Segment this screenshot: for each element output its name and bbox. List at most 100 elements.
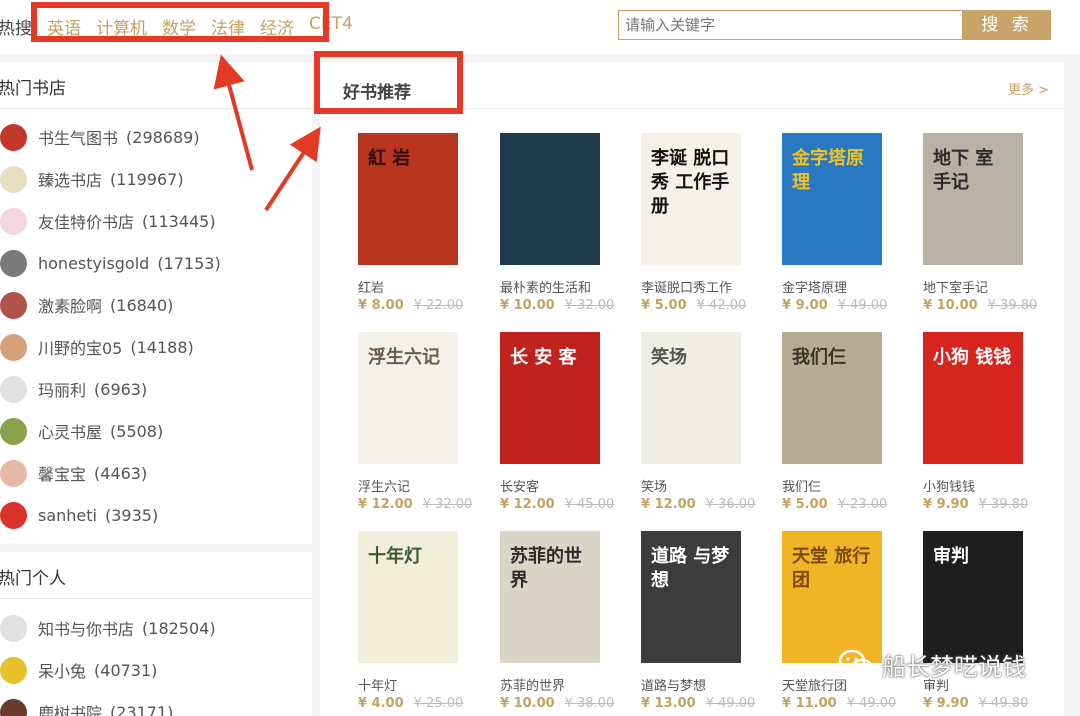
item-name[interactable]: 心灵书屋 — [38, 419, 102, 443]
cover-title-text: 紅 岩 — [368, 148, 411, 169]
book-original-price: ¥ 45.00 — [564, 497, 615, 512]
item-name[interactable]: sanheti — [38, 506, 97, 525]
book-cover[interactable]: 金字塔原理 — [782, 133, 882, 265]
book-cover[interactable]: 苏菲的世界 — [500, 531, 600, 663]
list-item[interactable]: 书生气图书 (298689) — [0, 116, 221, 158]
avatar — [0, 501, 27, 529]
book-card[interactable]: 李诞 脱口秀 工作手册 李诞脱口秀工作 ¥ 5.00 ¥ 42.00 — [641, 133, 751, 313]
book-cover[interactable]: 审判 — [923, 531, 1023, 663]
list-item[interactable]: 知书与你书店 (182504) — [0, 607, 216, 649]
price-row: ¥ 10.00 ¥ 38.00 — [500, 696, 614, 711]
list-item[interactable]: 呆小兔 (40731) — [0, 649, 216, 691]
search-button[interactable]: 搜 索 — [963, 10, 1051, 40]
item-name[interactable]: 呆小兔 — [38, 658, 86, 682]
book-price: ¥ 12.00 — [641, 497, 696, 512]
list-item[interactable]: 鹿树书院 (23171) — [0, 691, 216, 716]
price-row: ¥ 9.90 ¥ 49.80 — [923, 696, 1033, 711]
item-count: (40731) — [94, 660, 158, 680]
list-item[interactable]: 激素脸啊 (16840) — [0, 284, 221, 326]
book-card[interactable]: 苏菲的世界 苏菲的世界 ¥ 10.00 ¥ 38.00 — [500, 531, 614, 711]
cover-title-text: 地下 室 手记 — [933, 148, 994, 193]
avatar — [0, 375, 27, 403]
cover-title-text: 十年灯 — [368, 546, 422, 567]
more-link[interactable]: 更多 > — [1008, 79, 1049, 98]
book-price: ¥ 12.00 — [358, 497, 413, 512]
book-original-price: ¥ 32.00 — [564, 298, 615, 313]
book-cover[interactable]: 浮生六记 — [358, 332, 458, 464]
item-name[interactable]: honestyisgold — [38, 254, 149, 273]
book-title[interactable]: 苏菲的世界 — [500, 675, 610, 694]
item-count: (23171) — [110, 702, 174, 716]
item-name[interactable]: 友佳特价书店 — [38, 209, 134, 233]
item-name[interactable]: 鹿树书院 — [38, 700, 102, 716]
book-card[interactable]: 长 安 客长安客 ¥ 12.00 ¥ 45.00 — [500, 332, 614, 512]
list-item[interactable]: sanheti (3935) — [0, 494, 221, 536]
hot-people-title: 热门个人 — [0, 569, 66, 589]
book-card[interactable]: 笑场 笑场 ¥ 12.00 ¥ 36.00 — [641, 332, 755, 512]
book-title[interactable]: 红岩 — [358, 277, 468, 296]
book-cover[interactable]: 紅 岩 — [358, 133, 458, 265]
book-price: ¥ 8.00 — [358, 298, 404, 313]
book-card[interactable]: 小狗 钱钱 小狗钱钱 ¥ 9.90 ¥ 39.80 — [923, 332, 1033, 512]
book-title[interactable]: 长安客 — [500, 476, 610, 495]
list-item[interactable]: honestyisgold (17153) — [0, 242, 221, 284]
book-cover[interactable]: 十年灯 — [358, 531, 458, 663]
book-card[interactable]: 金字塔原理 金字塔原理 ¥ 9.00 ¥ 49.00 — [782, 133, 892, 313]
book-card[interactable]: 地下 室 手记 地下室手记 ¥ 10.00 ¥ 39.80 — [923, 133, 1037, 313]
list-item[interactable]: 馨宝宝 (4463) — [0, 452, 221, 494]
search-input[interactable] — [618, 10, 963, 40]
book-card[interactable]: 我们仨 我们仨 ¥ 5.00 ¥ 23.00 — [782, 332, 892, 512]
book-title[interactable]: 浮生六记 — [358, 476, 468, 495]
book-price: ¥ 9.90 — [923, 497, 969, 512]
item-count: (17153) — [157, 253, 221, 273]
book-title[interactable]: 金字塔原理 — [782, 277, 892, 296]
book-card[interactable]: 天堂 旅行团 天堂旅行团 ¥ 11.00 ¥ 49.00 — [782, 531, 896, 711]
item-name[interactable]: 激素脸啊 — [38, 293, 102, 317]
book-card[interactable]: 道路 与梦想 道路与梦想 ¥ 13.00 ¥ 49.00 — [641, 531, 755, 711]
book-title[interactable]: 道路与梦想 — [641, 675, 751, 694]
book-cover[interactable]: 地下 室 手记 — [923, 133, 1023, 265]
hot-search-label: 热搜 — [0, 19, 32, 39]
book-title[interactable]: 地下室手记 — [923, 277, 1033, 296]
book-cover[interactable]: 李诞 脱口秀 工作手册 — [641, 133, 741, 265]
book-card[interactable]: 十年灯 十年灯 ¥ 4.00 ¥ 25.00 — [358, 531, 468, 711]
item-count: (182504) — [142, 618, 216, 638]
book-cover[interactable]: 笑场 — [641, 332, 741, 464]
item-name[interactable]: 臻选书店 — [38, 167, 102, 191]
item-name[interactable]: 玛丽利 — [38, 377, 86, 401]
cover-title-text: 道路 与梦想 — [651, 546, 730, 591]
book-title[interactable]: 最朴素的生活和 — [500, 277, 610, 296]
book-price: ¥ 5.00 — [782, 497, 828, 512]
book-title[interactable]: 李诞脱口秀工作 — [641, 277, 751, 296]
book-title[interactable]: 十年灯 — [358, 675, 468, 694]
book-title[interactable]: 小狗钱钱 — [923, 476, 1033, 495]
book-cover[interactable]: 长 安 客 — [500, 332, 600, 464]
book-card[interactable]: 审判 审判 ¥ 9.90 ¥ 49.80 — [923, 531, 1033, 711]
item-name[interactable]: 书生气图书 — [38, 125, 118, 149]
item-name[interactable]: 知书与你书店 — [38, 616, 134, 640]
book-card[interactable]: 紅 岩红岩 ¥ 8.00 ¥ 22.00 — [358, 133, 468, 313]
item-name[interactable]: 川野的宝05 — [38, 335, 122, 359]
book-title[interactable]: 笑场 — [641, 476, 751, 495]
book-cover[interactable]: 小狗 钱钱 — [923, 332, 1023, 464]
book-price: ¥ 12.00 — [500, 497, 555, 512]
book-title[interactable]: 我们仨 — [782, 476, 892, 495]
book-cover[interactable]: 道路 与梦想 — [641, 531, 741, 663]
book-card[interactable]: 最朴素的生活和 ¥ 10.00 ¥ 32.00 — [500, 133, 614, 313]
recommend-section: 好书推荐 更多 > 紅 岩红岩 ¥ 8.00 ¥ 22.00 最朴素的生活和 ¥ 10.… — [320, 62, 1064, 716]
book-card[interactable]: 浮生六记 浮生六记 ¥ 12.00 ¥ 32.00 — [358, 332, 472, 512]
list-item[interactable]: 玛丽利 (6963) — [0, 368, 221, 410]
book-cover[interactable]: 天堂 旅行团 — [782, 531, 882, 663]
item-name[interactable]: 馨宝宝 — [38, 461, 86, 485]
list-item[interactable]: 臻选书店 (119967) — [0, 158, 221, 200]
item-count: (3935) — [104, 505, 159, 525]
book-cover[interactable] — [500, 133, 600, 265]
list-item[interactable]: 川野的宝05 (14188) — [0, 326, 221, 368]
avatar — [0, 207, 27, 235]
annotation-box-tags — [31, 2, 329, 42]
book-price: ¥ 9.90 — [923, 696, 969, 711]
list-item[interactable]: 友佳特价书店 (113445) — [0, 200, 221, 242]
price-row: ¥ 4.00 ¥ 25.00 — [358, 696, 468, 711]
book-cover[interactable]: 我们仨 — [782, 332, 882, 464]
list-item[interactable]: 心灵书屋 (5508) — [0, 410, 221, 452]
